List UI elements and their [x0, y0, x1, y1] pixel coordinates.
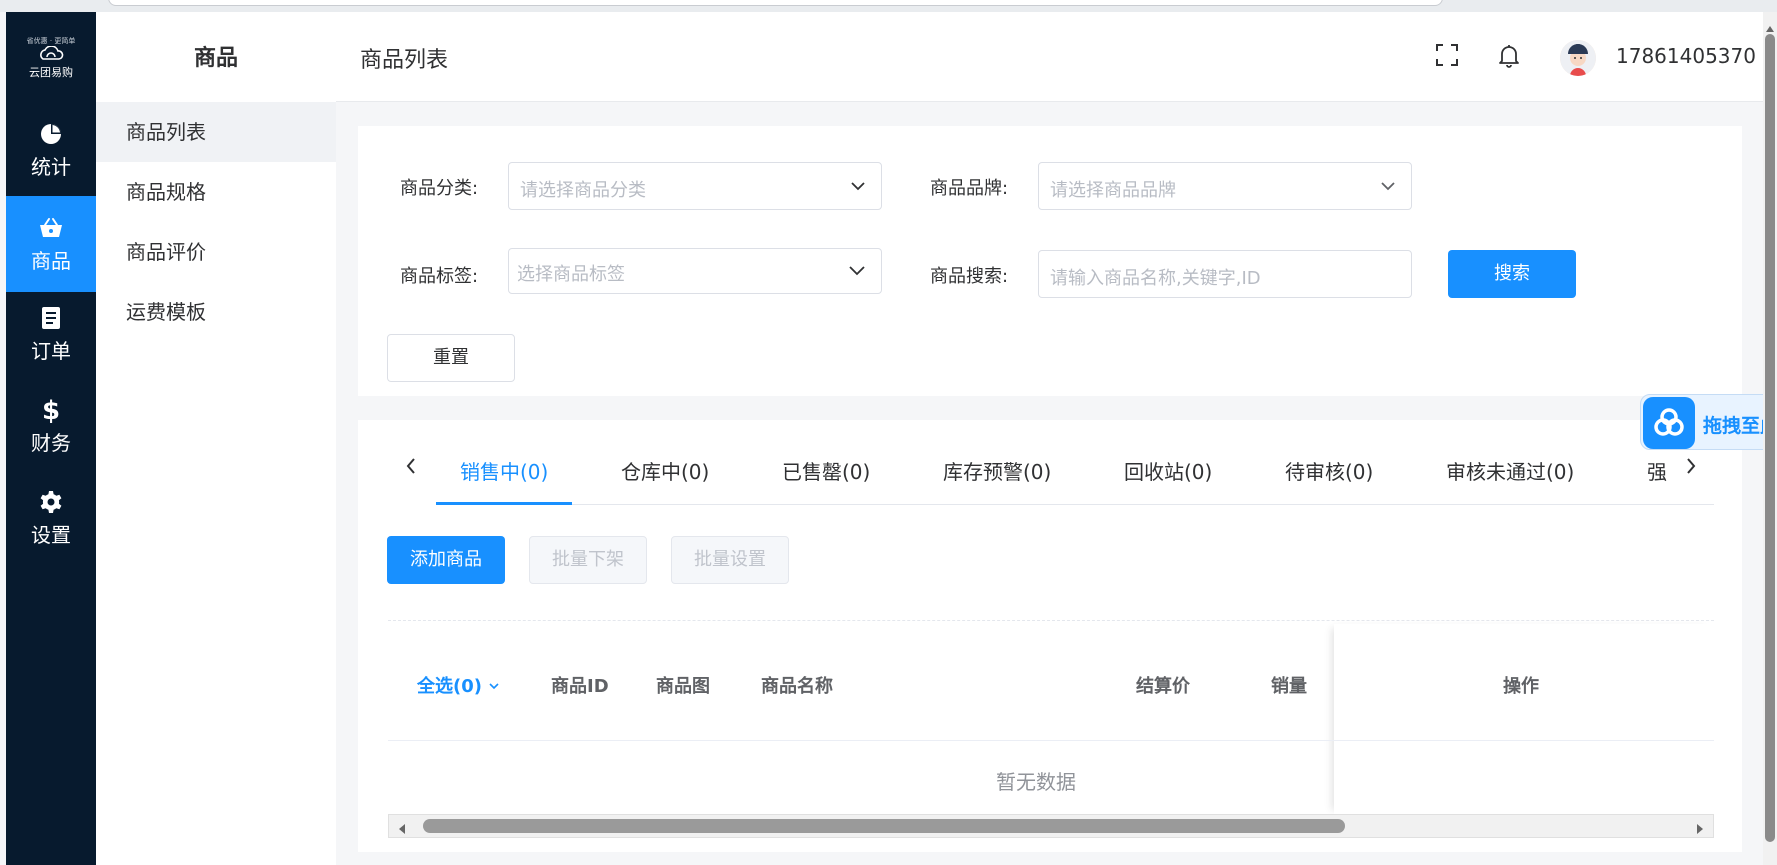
subnav-item-product-specs[interactable]: 商品规格	[96, 162, 336, 222]
dollar-icon: $	[41, 396, 61, 426]
filter-panel: 商品分类: 请选择商品分类 商品品牌: 请选择商品品牌 商品标签: 选择商品标签…	[358, 126, 1742, 396]
browser-address-bar[interactable]	[108, 0, 1443, 6]
select-all-label: 全选(0)	[417, 676, 482, 697]
cloud-storage-icon	[1643, 397, 1695, 449]
page-title: 商品列表	[360, 48, 449, 73]
scroll-left-arrow-icon[interactable]	[397, 820, 407, 839]
category-label: 商品分类:	[400, 178, 479, 199]
main-sidebar: 省优惠 · 更简单 云团易购 统计 商品 订单 $ 财务 设置	[6, 12, 96, 865]
rail-item-label: 设置	[31, 523, 71, 547]
fullscreen-icon[interactable]	[1434, 42, 1462, 70]
column-header-id: 商品ID	[551, 676, 609, 697]
column-header-image: 商品图	[656, 676, 710, 697]
tag-label: 商品标签:	[400, 266, 479, 287]
batch-settings-button[interactable]: 批量设置	[671, 536, 789, 584]
search-button[interactable]: 搜索	[1448, 250, 1576, 298]
horizontal-scrollbar[interactable]	[388, 814, 1714, 838]
rail-item-finance[interactable]: $ 财务	[6, 378, 96, 474]
chevron-down-icon	[1379, 177, 1397, 199]
subnav-title: 商品	[193, 46, 238, 71]
rail-item-products[interactable]: 商品	[6, 196, 96, 292]
brand-select[interactable]: 请选择商品品牌	[1038, 162, 1412, 210]
document-icon	[6, 306, 96, 332]
subnav-item-product-list[interactable]: 商品列表	[96, 102, 336, 162]
tag-placeholder: 选择商品标签	[517, 264, 625, 285]
tab-strip: 销售中(0) 仓库中(0) 已售罄(0) 库存预警(0) 回收站(0) 待审核(…	[436, 420, 1692, 504]
rail-item-settings[interactable]: 设置	[6, 470, 96, 566]
subnav-item-shipping-templates[interactable]: 运费模板	[96, 282, 336, 342]
tab-scroll-left-icon[interactable]	[404, 456, 424, 480]
gear-icon	[6, 490, 96, 516]
vertical-scroll-thumb[interactable]	[1765, 34, 1775, 842]
category-select[interactable]: 请选择商品分类	[508, 162, 882, 210]
drag-drop-widget[interactable]: 拖拽至此	[1640, 394, 1777, 450]
secondary-sidebar: 商品 商品列表 商品规格 商品评价 运费模板	[96, 12, 336, 865]
tab-on-sale[interactable]: 销售中(0)	[460, 456, 548, 485]
tab-warehouse[interactable]: 仓库中(0)	[621, 456, 709, 485]
pie-chart-icon	[6, 122, 96, 148]
rail-item-label: 统计	[31, 155, 71, 179]
search-input[interactable]: 请输入商品名称,关键字,ID	[1038, 250, 1412, 298]
chevron-down-icon	[488, 676, 500, 697]
tab-recycle-bin[interactable]: 回收站(0)	[1124, 456, 1212, 485]
reset-button[interactable]: 重置	[387, 334, 515, 382]
column-header-name: 商品名称	[761, 676, 833, 697]
chevron-down-icon	[847, 261, 867, 285]
search-label: 商品搜索:	[930, 266, 1009, 287]
category-placeholder: 请选择商品分类	[520, 180, 646, 201]
horizontal-scroll-thumb[interactable]	[423, 819, 1345, 833]
search-placeholder: 请输入商品名称,关键字,ID	[1050, 268, 1261, 289]
empty-state: 暂无数据	[996, 770, 1076, 794]
user-phone[interactable]: 17861405370	[1616, 44, 1756, 68]
rail-item-label: 订单	[31, 339, 71, 363]
rail-item-orders[interactable]: 订单	[6, 286, 96, 382]
tab-scroll-right-icon[interactable]	[1684, 456, 1704, 480]
header-bar: 商品列表 17861405370	[336, 12, 1763, 102]
tab-stock-warning[interactable]: 库存预警(0)	[943, 456, 1051, 485]
active-tab-indicator	[436, 502, 572, 505]
rail-item-label: 财务	[31, 431, 71, 455]
logo[interactable]: 省优惠 · 更简单 云团易购	[6, 36, 96, 80]
scroll-right-arrow-icon[interactable]	[1695, 820, 1705, 839]
tab-review-rejected[interactable]: 审核未通过(0)	[1446, 456, 1574, 485]
tab-more[interactable]: 强	[1647, 456, 1667, 485]
tag-select[interactable]: 选择商品标签	[508, 248, 882, 294]
logo-name: 云团易购	[29, 66, 73, 79]
add-product-button[interactable]: 添加商品	[387, 536, 505, 584]
product-list-panel: 销售中(0) 仓库中(0) 已售罄(0) 库存预警(0) 回收站(0) 待审核(…	[358, 420, 1742, 852]
brand-placeholder: 请选择商品品牌	[1050, 180, 1176, 201]
column-header-operations: 操作	[1503, 676, 1539, 697]
tab-divider	[436, 504, 1714, 505]
select-all-dropdown[interactable]: 全选(0)	[417, 672, 500, 698]
toolbar-divider	[388, 620, 1714, 621]
tab-sold-out[interactable]: 已售罄(0)	[782, 456, 870, 485]
tab-pending-review[interactable]: 待审核(0)	[1285, 456, 1373, 485]
logo-tagline: 省优惠 · 更简单	[26, 37, 76, 45]
chevron-down-icon	[849, 177, 867, 199]
batch-offshelf-button[interactable]: 批量下架	[529, 536, 647, 584]
cloud-logo-icon	[6, 45, 96, 66]
avatar[interactable]	[1560, 40, 1596, 76]
rail-item-label: 商品	[31, 249, 71, 273]
header-divider	[388, 740, 1714, 741]
column-header-sales: 销量	[1271, 676, 1307, 697]
subnav-item-product-reviews[interactable]: 商品评价	[96, 222, 336, 282]
browser-top-strip	[0, 0, 1777, 12]
vertical-scrollbar[interactable]	[1763, 12, 1777, 865]
basket-icon	[6, 216, 96, 242]
bell-icon[interactable]	[1496, 42, 1524, 70]
brand-label: 商品品牌:	[930, 178, 1009, 199]
column-header-price: 结算价	[1136, 676, 1190, 697]
rail-item-statistics[interactable]: 统计	[6, 102, 96, 198]
